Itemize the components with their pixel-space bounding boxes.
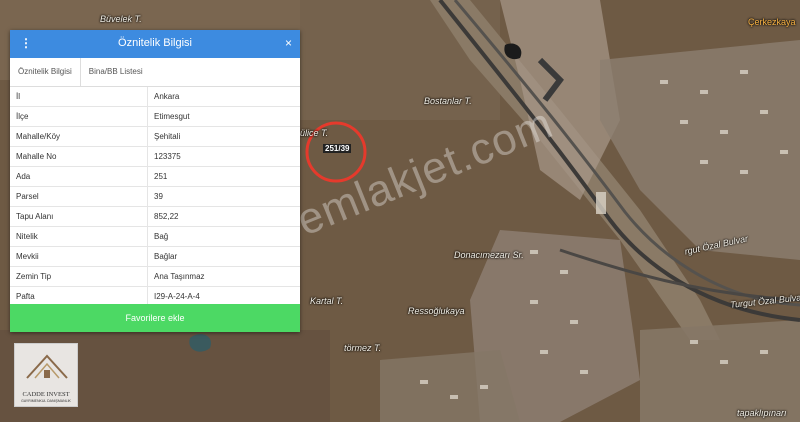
attribute-value: 852,22 — [147, 206, 300, 227]
tab-building-list[interactable]: Bina/BB Listesi — [81, 58, 151, 86]
add-to-favorites-button[interactable]: Favorilere ekle — [10, 304, 300, 332]
map-label: tapaklıpınarı — [737, 408, 787, 418]
attribute-value: Etimesgut — [147, 106, 300, 127]
logo-text: CADDE INVEST — [22, 391, 70, 398]
attribute-key: Nitelik — [10, 226, 148, 247]
map-label: Ressoğlukaya — [408, 306, 465, 316]
parcel-marker[interactable]: 251/39 — [323, 144, 352, 153]
attribute-key: Mahalle No — [10, 146, 148, 167]
attribute-key: İlçe — [10, 106, 148, 127]
table-row: Tapu Alanı 852,22 — [10, 206, 300, 227]
table-row: İl Ankara — [10, 87, 300, 107]
tab-attribute-info[interactable]: Öznitelik Bilgisi — [10, 58, 81, 86]
logo: CADDE INVEST GAYRIMENKUL DANIŞMANLIK — [14, 343, 78, 407]
map-label: Bostanlar T. — [424, 96, 472, 106]
map-label: ülice T. — [300, 128, 329, 138]
attribute-value: 251 — [147, 166, 300, 187]
map-label: törmez T. — [344, 343, 382, 353]
table-row: Mahalle No 123375 — [10, 146, 300, 167]
table-row: Mevkii Bağlar — [10, 246, 300, 267]
close-icon[interactable]: × — [285, 36, 292, 50]
attribute-key: Parsel — [10, 186, 148, 207]
table-row: Parsel 39 — [10, 186, 300, 207]
attribute-key: Tapu Alanı — [10, 206, 148, 227]
attribute-key: Mahalle/Köy — [10, 126, 148, 147]
attribute-key: Ada — [10, 166, 148, 187]
table-row: İlçe Etimesgut — [10, 106, 300, 127]
panel-header: ⋮ Öznitelik Bilgisi × — [10, 30, 300, 58]
table-row: Ada 251 — [10, 166, 300, 187]
table-row: Nitelik Bağ — [10, 226, 300, 247]
attribute-value: 39 — [147, 186, 300, 207]
attribute-value: Şehitali — [147, 126, 300, 147]
map-label: Çerkezkaya — [748, 17, 796, 27]
attribute-value: Ankara — [147, 87, 300, 107]
table-row: Zemin Tip Ana Taşınmaz — [10, 266, 300, 287]
attribute-key: Mevkii — [10, 246, 148, 267]
panel-title: Öznitelik Bilgisi — [118, 37, 192, 49]
attribute-value: Ana Taşınmaz — [147, 266, 300, 287]
house-logo-icon — [26, 354, 68, 379]
attribute-table: İl Ankara İlçe Etimesgut Mahalle/Köy Şehitali… — [10, 87, 300, 307]
attribute-key: Zemin Tip — [10, 266, 148, 287]
table-row: Mahalle/Köy Şehitali — [10, 126, 300, 147]
attribute-value: Bağlar — [147, 246, 300, 267]
attribute-value: Bağ — [147, 226, 300, 247]
map-label: Donacımezarı Sr. — [454, 250, 524, 260]
panel-tabs: Öznitelik Bilgisi Bina/BB Listesi — [10, 58, 300, 87]
attribute-value: 123375 — [147, 146, 300, 167]
attribute-panel: ⋮ Öznitelik Bilgisi × Öznitelik Bilgisi … — [10, 30, 300, 332]
map-label: Kartal T. — [310, 296, 344, 306]
map-label: Büvelek T. — [100, 14, 142, 24]
logo-subtext: GAYRIMENKUL DANIŞMANLIK — [21, 399, 71, 403]
attribute-key: İl — [10, 87, 148, 107]
